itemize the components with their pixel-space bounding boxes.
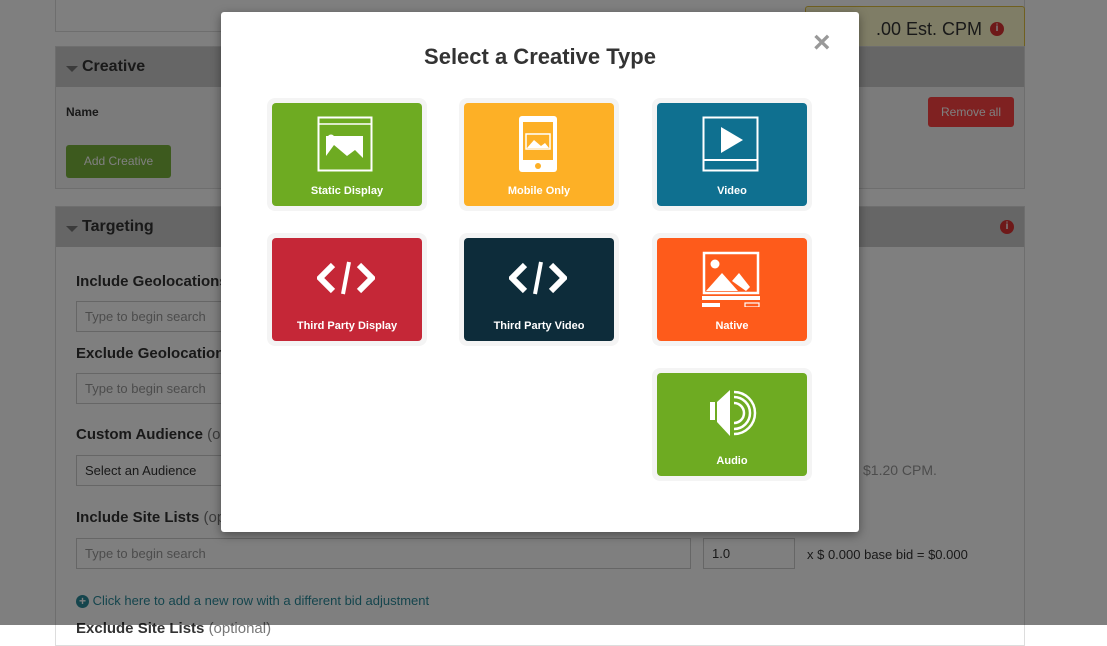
video-play-icon [702, 116, 759, 172]
tile-label: Static Display [310, 185, 384, 197]
code-icon [317, 261, 375, 295]
tile-label: Third Party Display [296, 320, 398, 332]
tile-native[interactable]: Native [652, 233, 812, 346]
tile-label: Audio [716, 455, 748, 467]
tile-audio[interactable]: Audio [652, 368, 812, 481]
tile-label: Native [715, 320, 749, 332]
tile-third-party-display[interactable]: Third Party Display [267, 233, 427, 346]
tile-label: Mobile Only [507, 185, 571, 197]
tile-third-party-video[interactable]: Third Party Video [459, 233, 619, 346]
code-icon [509, 261, 567, 295]
tile-label: Third Party Video [493, 320, 585, 332]
close-icon[interactable]: × [813, 28, 831, 58]
mobile-icon [519, 116, 557, 172]
creative-type-modal: Select a Creative Type × Static Display … [221, 12, 859, 532]
static-display-icon [317, 116, 373, 172]
tile-video[interactable]: Video [652, 98, 812, 211]
native-icon [702, 251, 760, 307]
tile-static-display[interactable]: Static Display [267, 98, 427, 211]
tile-label: Video [717, 185, 747, 197]
tile-mobile-only[interactable]: Mobile Only [459, 98, 619, 211]
modal-title: Select a Creative Type [424, 44, 656, 69]
speaker-icon [710, 390, 757, 436]
